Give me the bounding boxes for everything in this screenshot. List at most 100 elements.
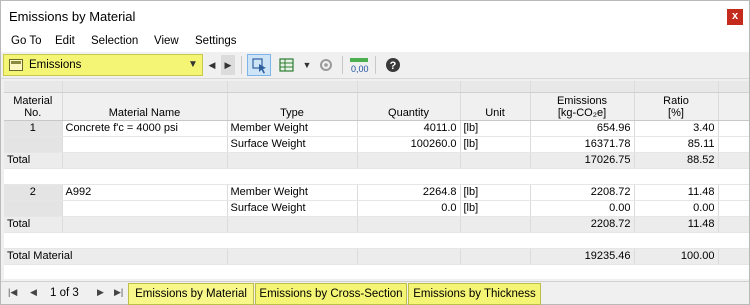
- material-no-cell: [4, 200, 63, 217]
- spacer-cell: [718, 200, 749, 217]
- ratio-cell: 88.52: [634, 152, 719, 169]
- quantity-cell: [357, 248, 461, 265]
- unit-cell: [lb]: [460, 184, 531, 201]
- menu-edit[interactable]: Edit: [55, 35, 75, 47]
- decimal-icon: 0,00: [350, 58, 369, 74]
- toolbar-separator: [375, 56, 376, 74]
- print-settings-button[interactable]: [314, 54, 338, 76]
- header-unit[interactable]: Unit: [460, 92, 531, 121]
- spacer-cell: [718, 248, 749, 265]
- total-label: Total: [4, 216, 63, 233]
- header-material-name[interactable]: Material Name: [62, 92, 228, 121]
- quantity-cell: [357, 152, 461, 169]
- quantity-cell: 0.0: [357, 200, 461, 217]
- table-row[interactable]: Surface Weight 0.0 [lb] 0.00 0.00: [4, 200, 749, 217]
- header-quantity[interactable]: Quantity: [357, 92, 461, 121]
- toolbar-separator: [342, 56, 343, 74]
- result-type-select[interactable]: Emissions ▼: [3, 54, 203, 76]
- export-button[interactable]: [275, 54, 299, 76]
- help-button[interactable]: ?: [381, 54, 405, 76]
- table-row[interactable]: 1 Concrete f'c = 4000 psi Member Weight …: [4, 120, 749, 137]
- emissions-cell: 19235.46: [530, 248, 635, 265]
- material-no-cell: 1: [4, 120, 63, 137]
- material-no-cell: 2: [4, 184, 63, 201]
- total-label: Total: [4, 152, 63, 169]
- decimal-places-button[interactable]: 0,00: [346, 54, 370, 76]
- quantity-cell: 100260.0: [357, 136, 461, 153]
- dialog-window: Emissions by Material x Go To Edit Selec…: [0, 0, 750, 305]
- total-row[interactable]: Total 17026.75 88.52: [4, 152, 749, 169]
- header-ratio[interactable]: Ratio [%]: [634, 92, 719, 121]
- page-indicator: 1 of 3: [50, 287, 79, 299]
- type-cell: [227, 216, 358, 233]
- total-row[interactable]: Total 2208.72 11.48: [4, 216, 749, 233]
- quantity-cell: [357, 216, 461, 233]
- spreadsheet-icon: [279, 58, 294, 72]
- result-type-value: Emissions: [29, 59, 82, 71]
- unit-cell: [lb]: [460, 200, 531, 217]
- material-name-cell: A992: [62, 184, 228, 201]
- material-name-cell: [62, 200, 228, 217]
- type-cell: [227, 152, 358, 169]
- spacer-cell: [718, 136, 749, 153]
- blank-row: [4, 232, 749, 249]
- menu-bar: Go To Edit Selection View Settings: [1, 32, 749, 52]
- header-band: [4, 81, 749, 93]
- last-page-icon[interactable]: ▶|: [114, 287, 123, 298]
- unit-cell: [460, 216, 531, 233]
- export-dropdown-arrow[interactable]: ▼: [300, 55, 314, 75]
- svg-text:0,00: 0,00: [351, 64, 369, 74]
- next-arrow-button[interactable]: ▶: [221, 55, 235, 75]
- menu-settings[interactable]: Settings: [195, 35, 237, 47]
- header-row: Material No. Material Name Type Quantity …: [4, 92, 749, 121]
- select-arrow-icon: [252, 58, 266, 74]
- unit-cell: [460, 248, 531, 265]
- header-material-no[interactable]: Material No.: [4, 92, 63, 121]
- table-row[interactable]: 2 A992 Member Weight 2264.8 [lb] 2208.72…: [4, 184, 749, 201]
- select-in-model-button[interactable]: [247, 54, 271, 76]
- tab-emissions-by-cross-section[interactable]: Emissions by Cross-Section: [255, 283, 407, 305]
- type-cell: Surface Weight: [227, 136, 358, 153]
- unit-cell: [lb]: [460, 136, 531, 153]
- menu-go-to[interactable]: Go To: [11, 35, 41, 47]
- close-button[interactable]: x: [727, 9, 743, 25]
- quantity-cell: 2264.8: [357, 184, 461, 201]
- ratio-cell: 85.11: [634, 136, 719, 153]
- table-row[interactable]: Surface Weight 100260.0 [lb] 16371.78 85…: [4, 136, 749, 153]
- grand-total-row[interactable]: Total Material 19235.46 100.00: [4, 248, 749, 265]
- previous-page-icon[interactable]: ◀: [30, 287, 37, 298]
- type-cell: Member Weight: [227, 120, 358, 137]
- tab-emissions-by-material[interactable]: Emissions by Material: [128, 283, 254, 305]
- type-cell: Member Weight: [227, 184, 358, 201]
- title-bar: Emissions by Material x: [1, 1, 749, 32]
- ratio-cell: 100.00: [634, 248, 719, 265]
- emissions-cell: 16371.78: [530, 136, 635, 153]
- material-name-cell: [62, 216, 228, 233]
- header-emissions[interactable]: Emissions [kg-CO₂e]: [530, 92, 635, 121]
- unit-cell: [lb]: [460, 120, 531, 137]
- spacer-cell: [718, 120, 749, 137]
- tab-emissions-by-thickness[interactable]: Emissions by Thickness: [408, 283, 541, 305]
- spacer-cell: [718, 184, 749, 201]
- material-name-cell: [62, 136, 228, 153]
- emissions-cell: 17026.75: [530, 152, 635, 169]
- ratio-cell: 11.48: [634, 216, 719, 233]
- blank-row: [4, 168, 749, 185]
- next-page-icon[interactable]: ▶: [97, 287, 104, 298]
- chevron-down-icon: ▼: [188, 59, 198, 70]
- menu-view[interactable]: View: [154, 35, 179, 47]
- material-no-cell: [4, 136, 63, 153]
- type-cell: Surface Weight: [227, 200, 358, 217]
- table-icon: [9, 59, 23, 71]
- help-icon: ?: [386, 58, 400, 72]
- first-page-icon[interactable]: |◀: [8, 287, 17, 298]
- grand-total-label: Total Material: [4, 248, 228, 265]
- type-cell: [227, 248, 358, 265]
- previous-arrow-button[interactable]: ◀: [205, 55, 219, 75]
- menu-selection[interactable]: Selection: [91, 35, 138, 47]
- gear-icon: [320, 59, 332, 71]
- header-type[interactable]: Type: [227, 92, 358, 121]
- ratio-cell: 3.40: [634, 120, 719, 137]
- material-name-cell: [62, 152, 228, 169]
- results-table: Material No. Material Name Type Quantity …: [4, 81, 749, 279]
